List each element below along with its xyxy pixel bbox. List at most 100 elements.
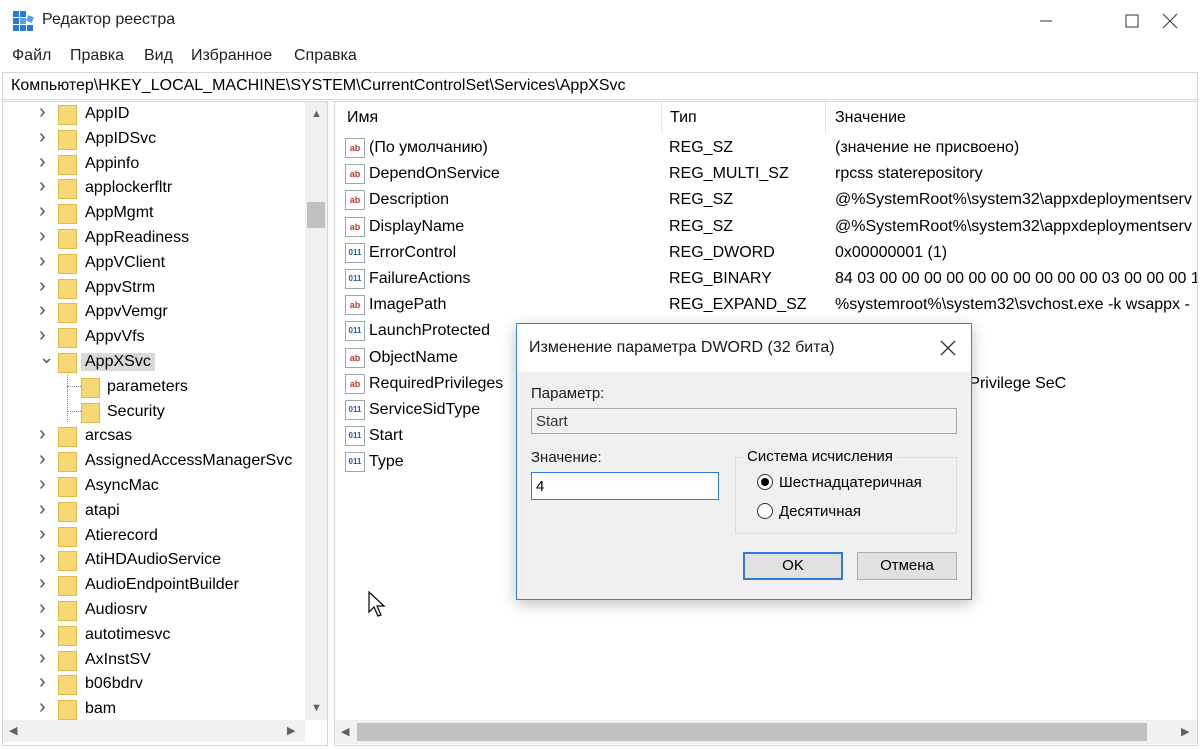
tree-item[interactable]: › AppvVemgr (3, 299, 303, 325)
chevron-right-icon[interactable]: › (39, 448, 53, 470)
scroll-up-icon[interactable]: ▲ (311, 108, 322, 120)
chevron-right-icon[interactable]: › (39, 324, 53, 346)
column-name-header[interactable]: Имя (347, 109, 378, 127)
tree-item[interactable]: › AppIDSvc (3, 126, 303, 152)
tree-item[interactable]: › bam (3, 696, 303, 722)
menu-edit[interactable]: Правка (70, 47, 124, 65)
tree-item[interactable]: › b06bdrv (3, 671, 303, 697)
tree-item[interactable]: › AxInstSV (3, 647, 303, 673)
tree-item[interactable]: › AppMgmt (3, 200, 303, 226)
tree-item[interactable]: › AppReadiness (3, 225, 303, 251)
value-name: LaunchProtected (369, 322, 490, 340)
tree-item[interactable]: ⌄ AppXSvc (3, 347, 303, 375)
values-horizontal-scrollbar[interactable]: ◀ ▶ (335, 720, 1197, 744)
scroll-right-icon[interactable]: ▶ (287, 724, 295, 737)
scroll-left-icon[interactable]: ◀ (341, 725, 349, 738)
column-separator[interactable] (825, 102, 826, 134)
value-name: DependOnService (369, 165, 500, 183)
chevron-down-icon[interactable]: ⌄ (39, 347, 54, 367)
minimize-button[interactable] (1012, 0, 1080, 42)
menu-file[interactable]: Файл (12, 47, 51, 65)
tree-vertical-scrollbar[interactable]: ▲ ▼ (305, 102, 327, 720)
chevron-right-icon[interactable]: › (39, 175, 53, 197)
tree-item[interactable]: › AudioEndpointBuilder (3, 572, 303, 598)
scroll-thumb[interactable] (307, 202, 325, 228)
value-data-input[interactable]: 4 (531, 472, 719, 500)
tree-item[interactable]: › AppVClient (3, 250, 303, 276)
tree-horizontal-scrollbar[interactable]: ◀ ▶ (3, 720, 305, 742)
tree-item[interactable]: › AssignedAccessManagerSvc (3, 448, 303, 474)
registry-value-row[interactable]: ab DisplayName REG_SZ @%SystemRoot%\system3… (335, 214, 1197, 240)
chevron-right-icon[interactable]: › (39, 126, 53, 148)
chevron-right-icon[interactable]: › (39, 275, 53, 297)
tree-item[interactable]: › applockerfltr (3, 175, 303, 201)
chevron-right-icon[interactable]: › (39, 200, 53, 222)
registry-value-row[interactable]: 011 FailureActions REG_BINARY 84 03 00 00 0… (335, 266, 1197, 292)
tree-item[interactable]: › autotimesvc (3, 622, 303, 648)
column-separator[interactable] (661, 102, 662, 134)
chevron-right-icon[interactable]: › (39, 250, 53, 272)
dialog-close-button[interactable] (935, 336, 961, 360)
tree-pane[interactable]: › AppID › AppIDSvc › Appinfo › applockerfltr › Ap… (2, 101, 328, 746)
tree-item-label: AssignedAccessManagerSvc (85, 452, 293, 470)
chevron-right-icon[interactable]: › (39, 696, 53, 718)
decimal-radio[interactable] (757, 503, 773, 519)
chevron-right-icon[interactable]: › (39, 647, 53, 669)
scroll-left-icon[interactable]: ◀ (9, 724, 17, 737)
column-value-header[interactable]: Значение (835, 109, 906, 127)
chevron-right-icon[interactable]: › (39, 622, 53, 644)
value-value: %systemroot%\system32\svchost.exe -k wsa… (835, 296, 1190, 314)
chevron-right-icon[interactable]: › (39, 498, 53, 520)
tree-item-label: AppvVfs (85, 328, 145, 346)
tree-item[interactable]: parameters (3, 376, 303, 400)
chevron-right-icon[interactable]: › (39, 423, 53, 445)
menu-view[interactable]: Вид (144, 47, 173, 65)
tree-item[interactable]: › atapi (3, 498, 303, 524)
chevron-right-icon[interactable]: › (39, 523, 53, 545)
string-value-icon: ab (345, 373, 365, 394)
chevron-right-icon[interactable]: › (39, 299, 53, 321)
folder-icon (58, 700, 77, 721)
registry-value-row[interactable]: 011 ErrorControl REG_DWORD 0x00000001 (1) (335, 240, 1197, 266)
decimal-radio-label[interactable]: Десятичная (779, 503, 861, 520)
tree-item-label: AppVClient (85, 253, 166, 271)
tree-item-label: AppvVemgr (85, 303, 168, 321)
minimize-icon (1040, 20, 1052, 22)
tree-item[interactable]: › Atierecord (3, 523, 303, 549)
scroll-down-icon[interactable]: ▼ (311, 702, 322, 714)
hex-radio[interactable] (757, 474, 773, 490)
registry-value-row[interactable]: ab DependOnService REG_MULTI_SZ rpcss state… (335, 161, 1197, 187)
column-type-header[interactable]: Тип (670, 109, 697, 127)
chevron-right-icon[interactable]: › (39, 225, 53, 247)
tree-item[interactable]: › Appinfo (3, 151, 303, 177)
scroll-thumb[interactable] (357, 723, 1147, 741)
cancel-button[interactable]: Отмена (857, 552, 957, 580)
ok-button[interactable]: OK (743, 552, 843, 580)
address-bar[interactable]: Компьютер\HKEY_LOCAL_MACHINE\SYSTEM\Curr… (2, 72, 1198, 100)
folder-icon (58, 328, 77, 349)
chevron-right-icon[interactable]: › (39, 597, 53, 619)
close-button[interactable] (1140, 0, 1200, 42)
tree-item[interactable]: › AsyncMac (3, 473, 303, 499)
tree-item[interactable]: Security (3, 401, 303, 425)
tree-item[interactable]: › arcsas (3, 423, 303, 449)
chevron-right-icon[interactable]: › (39, 151, 53, 173)
chevron-right-icon[interactable]: › (39, 102, 53, 123)
menu-favorites[interactable]: Избранное (191, 47, 272, 65)
tree-item[interactable]: › AppvStrm (3, 275, 303, 301)
chevron-right-icon[interactable]: › (39, 547, 53, 569)
tree-item[interactable]: › Audiosrv (3, 597, 303, 623)
radio-selected-dot (761, 478, 769, 486)
chevron-right-icon[interactable]: › (39, 572, 53, 594)
registry-value-row[interactable]: ab Description REG_SZ @%SystemRoot%\system3… (335, 187, 1197, 213)
tree-item[interactable]: › AppID (3, 102, 303, 127)
tree-item[interactable]: › AtiHDAudioService (3, 547, 303, 573)
hex-radio-label[interactable]: Шестнадцатеричная (779, 474, 922, 491)
scroll-right-icon[interactable]: ▶ (1181, 725, 1189, 738)
registry-value-row[interactable]: ab ImagePath REG_EXPAND_SZ %systemroot%\sys… (335, 292, 1197, 318)
menu-help[interactable]: Справка (294, 47, 357, 65)
chevron-right-icon[interactable]: › (39, 473, 53, 495)
value-type: REG_BINARY (669, 270, 772, 287)
registry-value-row[interactable]: ab (По умолчанию) REG_SZ (значение не присв… (335, 135, 1197, 161)
chevron-right-icon[interactable]: › (39, 671, 53, 693)
